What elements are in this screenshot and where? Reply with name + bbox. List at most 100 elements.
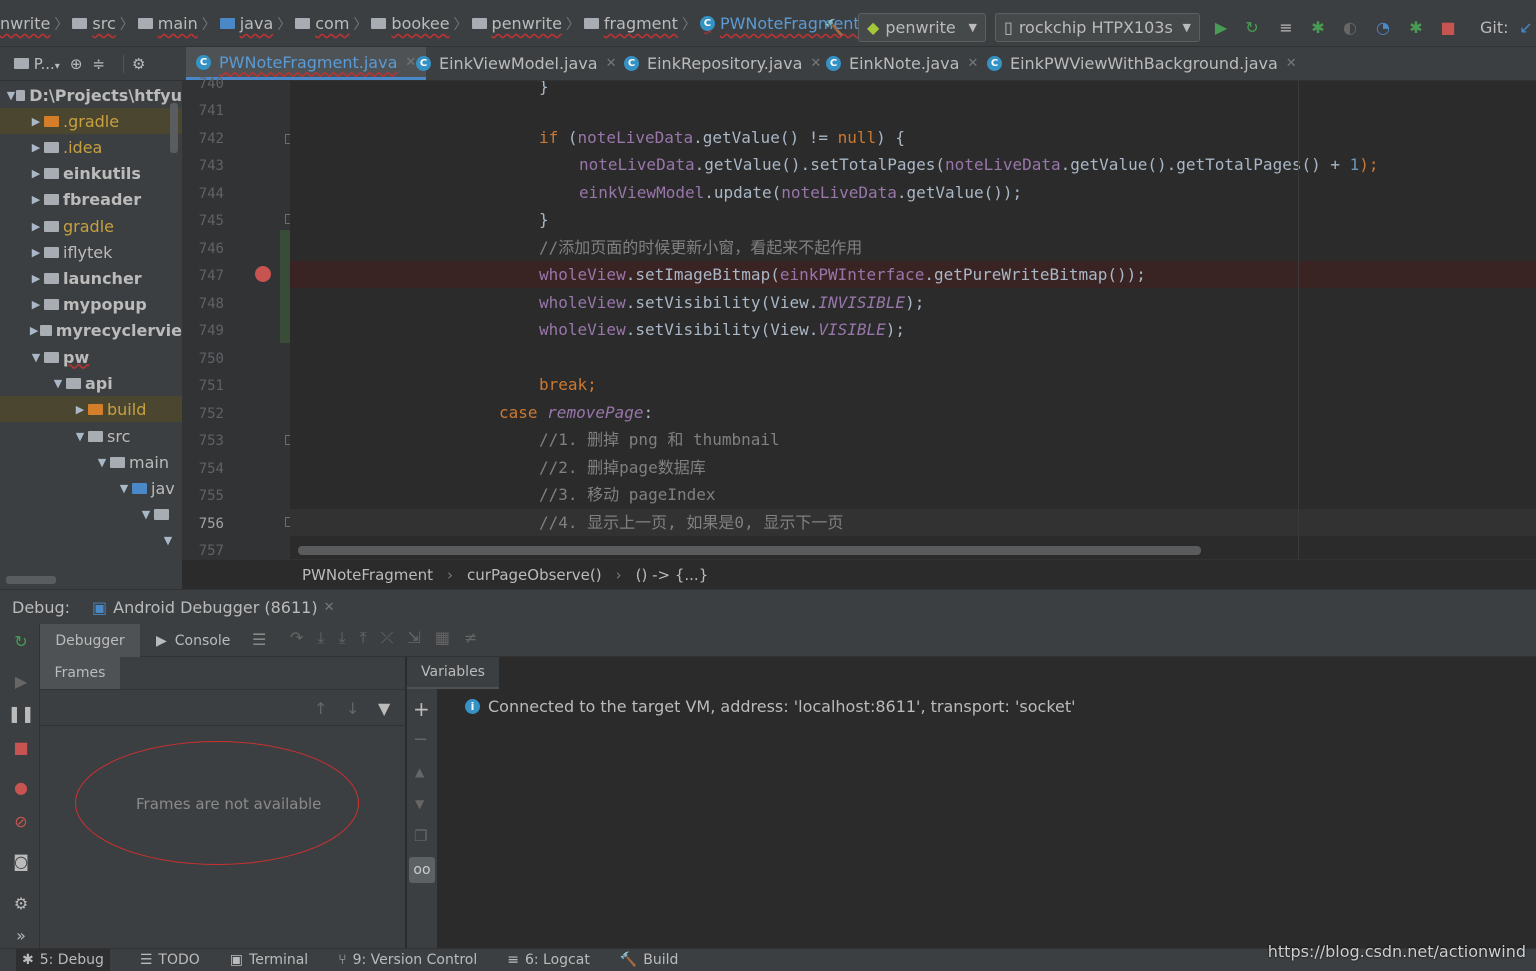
expand-arrow-icon[interactable]: ▼ <box>6 89 16 102</box>
device-select[interactable]: ▯ rockchip HTPX103s ▼ <box>995 13 1200 42</box>
breadcrumb-item[interactable]: fragment <box>583 14 678 33</box>
tree-item-build[interactable]: ▶ build <box>0 396 182 422</box>
layout-icon[interactable]: ☰ <box>252 630 266 649</box>
expand-arrow-icon[interactable]: ▶ <box>28 167 44 180</box>
build-hammer-icon[interactable]: 🔨 <box>824 17 844 37</box>
tree-item-fbreader[interactable]: ▶ fbreader <box>0 186 182 212</box>
run-to-cursor-icon[interactable]: ⇲ <box>407 628 420 648</box>
view-breakpoints-icon[interactable]: ● <box>10 776 32 798</box>
tree-item-java[interactable]: ▼ jav <box>0 475 182 501</box>
expand-arrow-icon[interactable]: ▶ <box>28 193 44 206</box>
expand-arrow-icon[interactable]: ▶ <box>72 403 88 416</box>
stop-icon[interactable]: ■ <box>1438 17 1458 37</box>
move-down-icon[interactable]: ▼ <box>415 797 424 811</box>
stop-icon[interactable]: ■ <box>10 736 32 758</box>
step-into-icon[interactable]: ⤓ <box>338 628 345 648</box>
drop-frame-icon[interactable]: ⤫ <box>381 628 394 648</box>
expand-arrow-icon[interactable]: ▶ <box>28 272 44 285</box>
run-config-select[interactable]: ◆ penwrite ▼ <box>858 13 986 42</box>
breadcrumb-item[interactable]: bookee <box>371 14 450 33</box>
trace-icon[interactable]: ≠ <box>464 628 477 648</box>
expand-arrow-icon[interactable]: ▼ <box>72 430 88 443</box>
git-update-icon[interactable]: ↙ <box>1516 17 1536 37</box>
attach-debugger-icon[interactable]: ◐ <box>1340 17 1360 37</box>
move-up-icon[interactable]: ▲ <box>415 765 424 779</box>
tree-item-iflytek[interactable]: ▶ iflytek <box>0 239 182 265</box>
tab-einkpwviewwithbackground[interactable]: C EinkPWViewWithBackground.java ✕ <box>977 47 1307 80</box>
tree-item-package[interactable]: ▼ <box>0 527 182 553</box>
apply-changes-icon[interactable]: ↻ <box>1242 17 1262 37</box>
mute-breakpoints-icon[interactable]: ⊘ <box>10 810 32 832</box>
tree-item-gradle-cache[interactable]: ▶ .gradle <box>0 108 182 134</box>
tool-terminal[interactable]: ▣ Terminal <box>230 952 308 968</box>
evaluate-icon[interactable]: ▦ <box>435 628 450 648</box>
more-icon[interactable]: » <box>10 924 32 946</box>
tab-einkrepository[interactable]: C EinkRepository.java ✕ <box>614 47 831 80</box>
expand-arrow-icon[interactable]: ▶ <box>28 115 44 128</box>
arrow-down-icon[interactable]: ↓ <box>346 699 359 718</box>
expand-arrow-icon[interactable]: ▶ <box>28 246 44 259</box>
breadcrumb-item[interactable]: main <box>137 14 198 33</box>
tree-item-api[interactable]: ▼ api <box>0 370 182 396</box>
gear-icon[interactable]: ⚙ <box>10 892 32 914</box>
tree-item-root[interactable]: ▼ D:\Projects\htfyu <box>0 82 182 108</box>
tree-item-myrecyclerview[interactable]: ▶ myrecyclervie <box>0 317 182 343</box>
breakpoint-icon[interactable] <box>255 266 271 282</box>
tree-scrollbar[interactable] <box>170 103 178 153</box>
breadcrumb-item[interactable]: nwrite <box>0 14 50 33</box>
sync-icon[interactable]: ≡ <box>1276 17 1296 37</box>
tree-item-einkutils[interactable]: ▶ einkutils <box>0 160 182 186</box>
tab-einknote[interactable]: C EinkNote.java ✕ <box>816 47 988 80</box>
code-editor[interactable]: } if (noteLiveData.getValue() != null) {… <box>290 81 1536 559</box>
pause-icon[interactable]: ❚❚ <box>8 702 35 724</box>
breadcrumb-item[interactable]: PWNoteFragment <box>302 566 433 584</box>
expand-arrow-icon[interactable]: ▼ <box>94 456 110 469</box>
expand-arrow-icon[interactable]: ▼ <box>160 534 176 547</box>
step-out-icon[interactable]: ⤒ <box>360 628 367 648</box>
tab-debugger[interactable]: Debugger <box>40 624 140 657</box>
step-over-icon[interactable]: ⤓ <box>317 628 324 648</box>
tab-einkviewmodel[interactable]: C EinkViewModel.java ✕ <box>406 47 626 80</box>
breadcrumb-item[interactable]: penwrite <box>471 14 562 33</box>
expand-arrow-icon[interactable]: ▶ <box>28 298 44 311</box>
expand-arrow-icon[interactable]: ▶ <box>28 324 40 337</box>
gear-icon[interactable]: ⚙ <box>122 54 145 73</box>
tree-item-pw[interactable]: ▼ pw <box>0 344 182 370</box>
expand-arrow-icon[interactable]: ▼ <box>28 351 44 364</box>
remove-watch-icon[interactable]: − <box>413 729 428 750</box>
tool-debug[interactable]: ✱ 5: Debug <box>16 949 110 971</box>
breadcrumb-item[interactable]: () -> {...} <box>636 566 709 584</box>
show-execution-point-icon[interactable]: ↷ <box>290 628 303 648</box>
breadcrumb-item[interactable]: curPageObserve() <box>467 566 602 584</box>
tree-item-package[interactable]: ▼ <box>0 501 182 527</box>
arrow-up-icon[interactable]: ↑ <box>314 699 327 718</box>
tree-item-idea[interactable]: ▶ .idea <box>0 134 182 160</box>
profile-icon[interactable]: ◔ <box>1373 17 1393 37</box>
filter-icon[interactable]: ▼ <box>378 699 390 718</box>
tree-item-main[interactable]: ▼ main <box>0 449 182 475</box>
expand-arrow-icon[interactable]: ▶ <box>28 220 44 233</box>
run-icon[interactable]: ▶ <box>1211 17 1231 37</box>
expand-arrow-icon[interactable]: ▶ <box>28 141 44 154</box>
debug-icon[interactable]: ✱ <box>1308 17 1328 37</box>
tool-logcat[interactable]: ≡ 6: Logcat <box>507 952 590 968</box>
tool-todo[interactable]: ☰ TODO <box>140 952 200 968</box>
tree-hscrollbar[interactable] <box>6 576 56 584</box>
tree-item-launcher[interactable]: ▶ launcher <box>0 265 182 291</box>
editor-hscrollbar[interactable] <box>298 546 1201 555</box>
camera-icon[interactable]: ◙ <box>10 850 32 872</box>
glasses-icon[interactable]: oo <box>409 857 435 883</box>
debug-session-tab[interactable]: ▣ Android Debugger (8611) ✕ <box>92 598 334 617</box>
rerun-icon[interactable]: ↻ <box>10 630 32 652</box>
resume-icon[interactable]: ▶ <box>10 670 32 692</box>
expand-arrow-icon[interactable]: ▼ <box>138 508 154 521</box>
copy-icon[interactable]: ❐ <box>414 827 427 845</box>
collapse-all-icon[interactable]: ≑ <box>92 55 105 73</box>
close-icon[interactable]: ✕ <box>1286 56 1297 71</box>
tool-version-control[interactable]: ⑂ 9: Version Control <box>338 952 477 968</box>
breadcrumb-item[interactable]: com <box>295 14 349 33</box>
add-watch-icon[interactable]: + <box>413 697 430 721</box>
tree-item-gradle[interactable]: ▶ gradle <box>0 213 182 239</box>
tab-console[interactable]: ▶ Console <box>156 624 230 657</box>
tree-item-mypopup[interactable]: ▶ mypopup <box>0 291 182 317</box>
